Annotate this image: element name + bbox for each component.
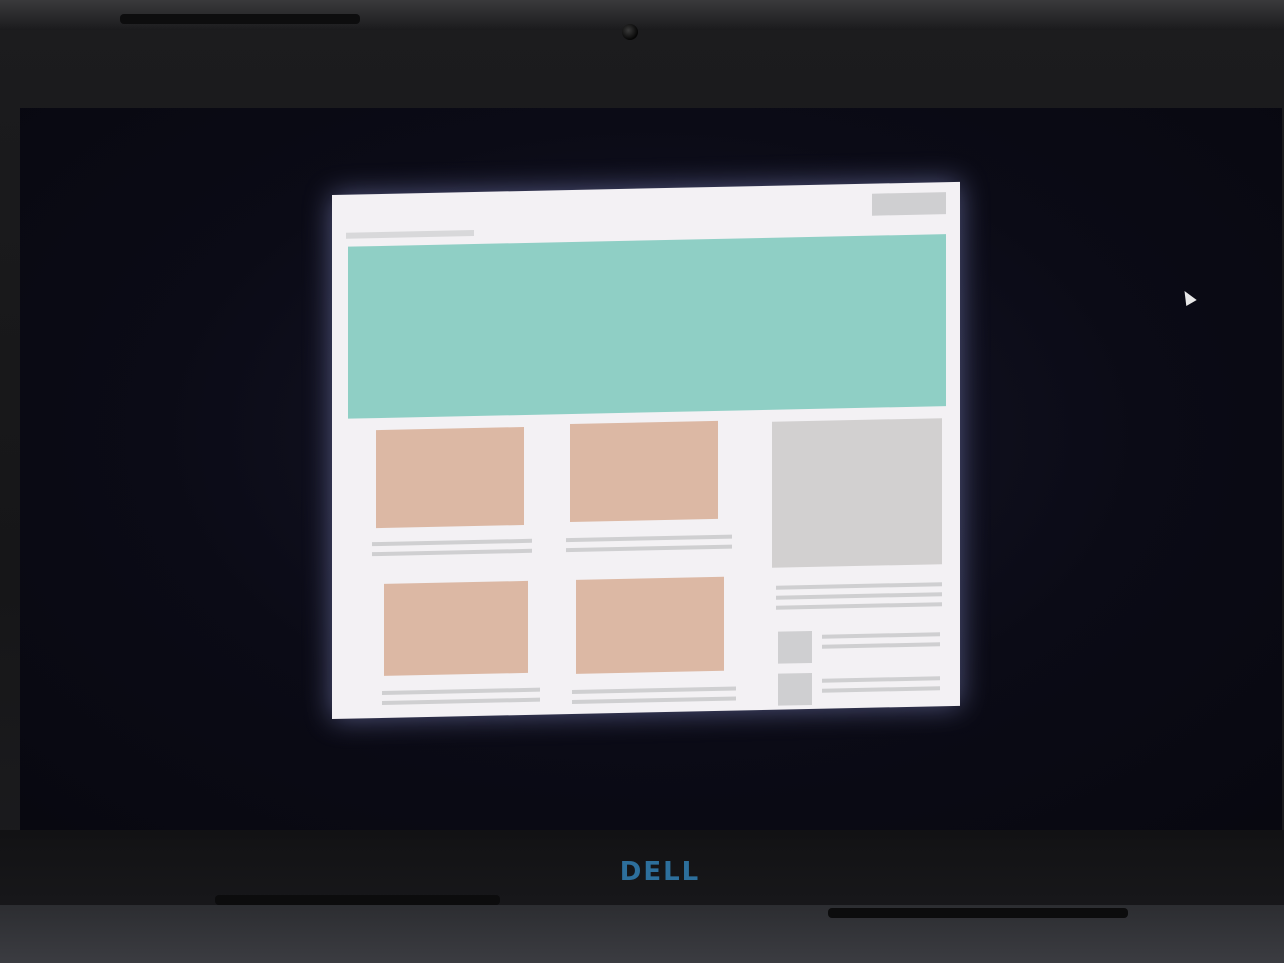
sidebar-list-text-line bbox=[822, 642, 940, 649]
sidebar-feature-image[interactable] bbox=[772, 418, 942, 568]
hinge-left bbox=[215, 895, 500, 905]
sidebar-list-text-line bbox=[822, 676, 940, 683]
laptop: DELL bbox=[0, 0, 1284, 963]
card-caption-line bbox=[372, 538, 532, 547]
laptop-lid-top bbox=[0, 0, 1284, 30]
hinge-right bbox=[828, 908, 1128, 918]
hero-banner bbox=[348, 234, 946, 419]
card-caption-line bbox=[572, 696, 736, 704]
content-card-image[interactable] bbox=[376, 426, 524, 529]
card-caption-line bbox=[382, 687, 540, 695]
brand-logo: DELL bbox=[619, 857, 701, 887]
card-caption-line bbox=[566, 544, 732, 553]
sidebar-list-text-line bbox=[822, 686, 940, 693]
content-card-image[interactable] bbox=[384, 580, 528, 676]
sidebar-list-text-line bbox=[822, 632, 940, 639]
wireframe-page bbox=[332, 181, 960, 719]
sidebar-list-thumbnail[interactable] bbox=[778, 672, 812, 706]
sidebar-text-line bbox=[776, 582, 942, 590]
card-caption-line bbox=[382, 697, 540, 705]
page-title-placeholder bbox=[346, 230, 474, 239]
sidebar-list-thumbnail[interactable] bbox=[778, 630, 812, 664]
sidebar-text-line bbox=[776, 592, 942, 600]
content-card-image[interactable] bbox=[576, 576, 724, 674]
content-card-image[interactable] bbox=[570, 420, 718, 523]
card-caption-line bbox=[572, 686, 736, 694]
lid-edge-detail bbox=[120, 14, 360, 24]
card-caption-line bbox=[372, 548, 532, 557]
webcam-icon bbox=[622, 24, 638, 40]
sidebar-text-line bbox=[776, 602, 942, 610]
card-caption-line bbox=[566, 534, 732, 543]
header-button-placeholder[interactable] bbox=[872, 192, 946, 216]
